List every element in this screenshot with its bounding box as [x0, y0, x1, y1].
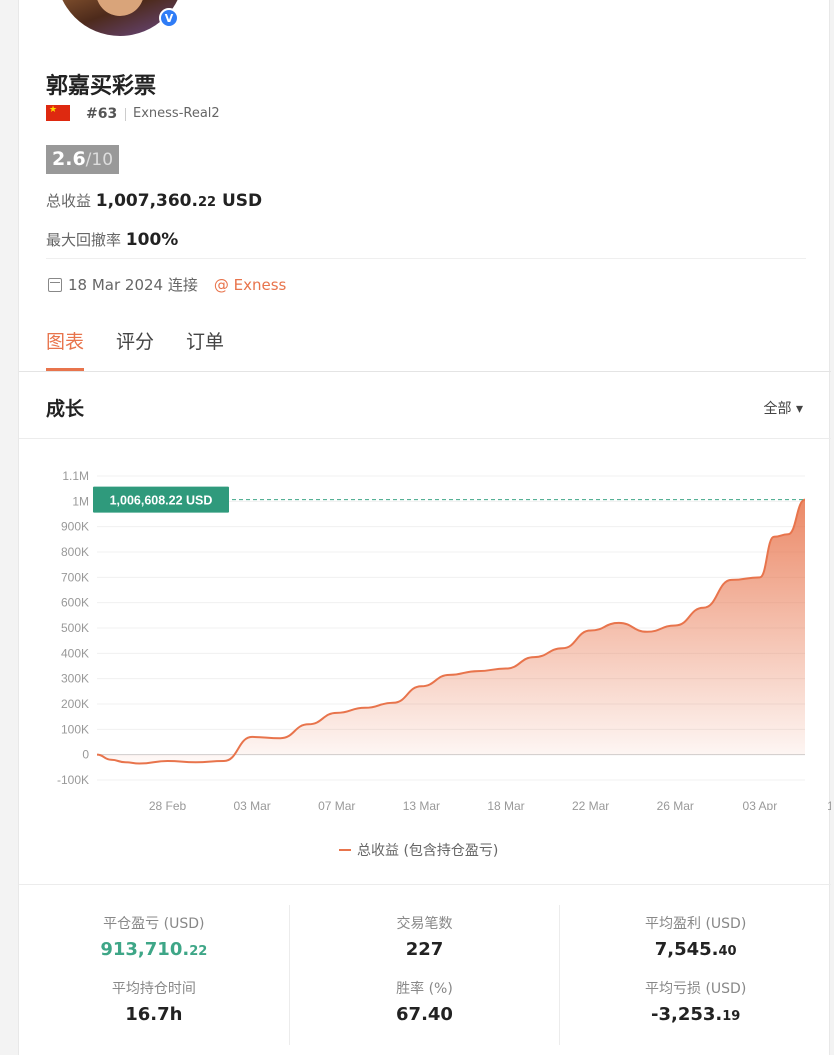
connected-date: 18 Mar 2024 连接	[68, 276, 198, 294]
x-tick-label: 13 Mar	[403, 799, 440, 810]
stat-value-closed-pnl: 913,710.22	[100, 939, 208, 960]
stats-column-1: 平仓盈亏 (USD) 913,710.22 平均持仓时间 16.7h	[19, 905, 290, 1045]
trader-rank: #63	[86, 106, 118, 122]
range-select[interactable]: 全部 ▾	[764, 398, 803, 418]
y-tick-label: 0	[82, 748, 89, 762]
y-tick-label: 1M	[72, 494, 89, 508]
connection-info: 18 Mar 2024 连接 @ Exness	[48, 274, 286, 295]
stat-value-trades: 227	[405, 939, 444, 960]
stat-value-avg-profit: 7,545.40	[654, 939, 737, 960]
broker-link[interactable]: @ Exness	[214, 276, 287, 294]
flag-star: ★	[49, 105, 58, 115]
growth-chart: 1.1M 1M 900K 800K 700K 600K 500K 400K 300K 200K 10…	[19, 450, 834, 870]
divider	[46, 258, 806, 259]
max-drawdown-row: 最大回撤率 100%	[46, 229, 178, 250]
stat-value-avg-loss: -3,253.19	[650, 1004, 741, 1025]
stat-label-avg-profit: 平均盈利 (USD)	[645, 916, 747, 932]
y-tick-label: 200K	[61, 697, 89, 711]
legend-label: 总收益 (包含持仓盈亏)	[357, 843, 499, 859]
verified-icon: V	[159, 8, 179, 28]
total-profit-label: 总收益	[46, 192, 92, 210]
total-profit-row: 总收益 1,007,360.22 USD	[46, 190, 262, 211]
x-tick-label: 28 Feb	[149, 799, 187, 810]
trader-name: 郭嘉买彩票	[46, 74, 157, 99]
y-tick-label: 300K	[61, 672, 89, 686]
x-tick-label: 07 Mar	[318, 799, 355, 810]
x-tick-label: 03 Mar	[233, 799, 270, 810]
legend-swatch	[339, 849, 351, 851]
tab-rating[interactable]: 评分	[116, 327, 154, 371]
x-tick-label: 03 Apr	[743, 799, 778, 810]
score-max: /10	[85, 150, 114, 170]
x-tick-label: 12 Apr	[827, 799, 831, 810]
tab-bar: 图表 评分 订单	[46, 327, 224, 371]
stat-label-avg-loss: 平均亏损 (USD)	[645, 981, 747, 997]
y-tick-label: 600K	[61, 596, 89, 610]
avatar-face	[96, 0, 144, 16]
stats-divider	[19, 884, 831, 885]
y-tick-label: 1.1M	[62, 469, 89, 483]
growth-chart-svg: 1.1M 1M 900K 800K 700K 600K 500K 400K 300K 200K 10…	[57, 469, 834, 813]
trader-profile-card: V 郭嘉买彩票 ★ #63 Exness-Real2 2.6 /10 总收益 1…	[18, 0, 834, 1055]
stats-column-3: 平均盈利 (USD) 7,545.40 平均亏损 (USD) -3,253.19	[560, 905, 831, 1045]
growth-title: 成长	[46, 398, 85, 420]
y-tick-label: 100K	[61, 722, 89, 736]
total-profit-value: 1,007,360.22 USD	[95, 191, 263, 211]
y-tick-label: 800K	[61, 545, 89, 559]
x-tick-label: 26 Mar	[657, 799, 694, 810]
account-server: Exness-Real2	[133, 106, 220, 121]
tab-orders[interactable]: 订单	[186, 327, 224, 371]
y-tick-label: 500K	[61, 621, 89, 635]
tab-divider	[19, 371, 831, 372]
max-drawdown-value: 100%	[125, 230, 179, 250]
calendar-icon	[48, 277, 62, 292]
score-badge: 2.6 /10	[46, 145, 120, 174]
stats-grid: 平仓盈亏 (USD) 913,710.22 平均持仓时间 16.7h 交易笔数 …	[19, 905, 831, 1045]
stat-label-trades: 交易笔数	[396, 916, 453, 932]
stat-label-closed-pnl: 平仓盈亏 (USD)	[103, 916, 205, 932]
x-tick-label: 18 Mar	[487, 799, 524, 810]
stats-column-2: 交易笔数 227 胜率 (%) 67.40	[290, 905, 561, 1045]
section-divider	[19, 438, 831, 439]
china-flag-icon: ★	[46, 105, 70, 121]
series-area	[97, 499, 805, 764]
y-tick-label: 400K	[61, 646, 89, 660]
tooltip-label: 1,006,608.22 USD	[110, 494, 213, 508]
max-drawdown-label: 最大回撤率	[46, 231, 122, 249]
stat-label-win-rate: 胜率 (%)	[396, 981, 453, 997]
chart-legend[interactable]: 总收益 (包含持仓盈亏)	[339, 840, 498, 860]
y-tick-label: 700K	[61, 570, 89, 584]
score-value: 2.6	[52, 148, 86, 170]
y-tick-label: 900K	[61, 520, 89, 534]
y-tick-label: -100K	[57, 773, 89, 787]
tab-chart[interactable]: 图表	[46, 327, 85, 371]
stat-value-win-rate: 67.40	[396, 1004, 453, 1025]
x-tick-label: 22 Mar	[572, 799, 609, 810]
divider	[125, 108, 126, 121]
stat-label-avg-holding: 平均持仓时间	[111, 981, 196, 997]
stat-value-avg-holding: 16.7h	[125, 1004, 183, 1025]
